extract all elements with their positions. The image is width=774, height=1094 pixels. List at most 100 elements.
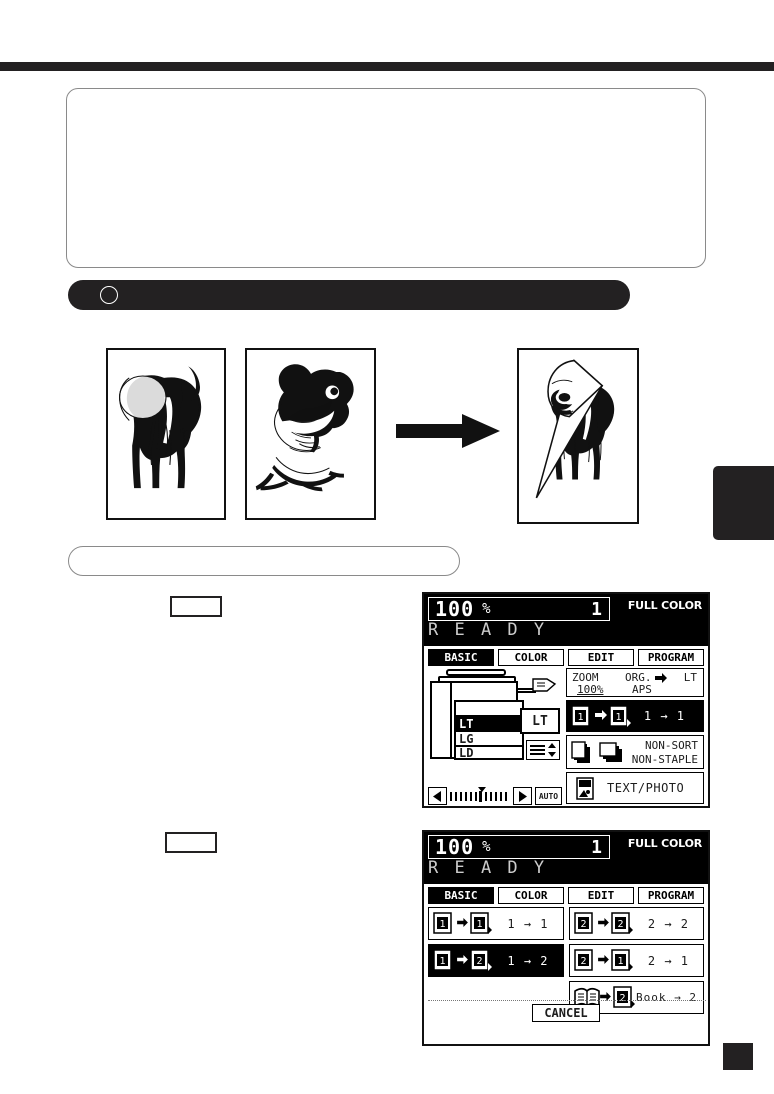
left-triangle-icon <box>433 790 441 802</box>
density-darker-button[interactable] <box>513 787 532 805</box>
panel2-divider <box>428 1000 706 1001</box>
option-2-to-2-button[interactable]: 2 2 2 → 2 <box>568 907 704 940</box>
zoom-paper-button[interactable]: ZOOM 100% ORG. APS LT <box>566 668 704 697</box>
panel1-content: LT LG LD LT AUTO ZOOM 100% ORG. APS LT 1… <box>424 666 708 806</box>
aps-label: APS <box>632 683 652 696</box>
page-header-rule <box>0 62 774 71</box>
svg-text:2: 2 <box>580 956 586 967</box>
step-1-number-box <box>170 596 222 617</box>
duplex-left-column: 1 1 1 → 1 1 2 1 → 2 <box>428 907 564 1019</box>
paper-cassette-list[interactable]: LT LG LD <box>454 700 524 760</box>
control-panel-duplex-screen[interactable]: 100 % 1 FULL COLOR R E A D Y BASIC COLOR… <box>422 830 710 1046</box>
density-current-icon <box>479 790 483 802</box>
hand-pointer-icon <box>532 678 557 692</box>
original-mode-button[interactable]: TEXT/PHOTO <box>566 772 704 804</box>
bypass-feed-button[interactable] <box>526 740 560 760</box>
svg-text:1: 1 <box>577 712 583 723</box>
tab-edit-2[interactable]: EDIT <box>568 887 634 904</box>
panel1-settings-column: ZOOM 100% ORG. APS LT 1 1 1 → 1 NON-SORT… <box>566 668 704 804</box>
arrow-right-icon <box>457 918 468 927</box>
duplex-mode-label: 1 → 1 <box>643 709 685 723</box>
cancel-button[interactable]: CANCEL <box>532 1004 600 1022</box>
finishing-line-1: NON-SORT <box>645 739 698 752</box>
process-arrow-icon <box>396 414 500 448</box>
panel2-footer: CANCEL <box>424 1004 708 1022</box>
one-to-one-source-icon: 1 <box>433 912 452 934</box>
panel2-status-text: R E A D Y <box>428 858 548 878</box>
folded-page-elephant-illustration <box>535 359 615 499</box>
zoom-value: 100% <box>577 683 604 696</box>
duplex-right-column: 2 2 2 → 2 2 1 2 → 1 2 Book → 2 <box>568 907 704 1019</box>
copier-diagram: LT LG LD LT <box>428 668 562 764</box>
svg-text:1: 1 <box>617 956 623 967</box>
tab-basic-2[interactable]: BASIC <box>428 887 494 904</box>
arrow-right-icon <box>597 955 609 964</box>
panel1-percent-symbol: % <box>482 601 491 617</box>
cassette-row-ld[interactable]: LD <box>454 745 524 760</box>
copier-divider-icon <box>450 683 452 759</box>
arrow-right-icon <box>597 918 609 927</box>
tab-color[interactable]: COLOR <box>498 649 564 666</box>
text-photo-icon <box>576 777 594 800</box>
svg-text:2: 2 <box>617 919 623 930</box>
tab-basic[interactable]: BASIC <box>428 649 494 666</box>
panel1-body: BASIC COLOR EDIT PROGRAM LT LG LD LT AUT… <box>424 646 708 806</box>
option-2-to-2-label: 2 → 2 <box>647 916 689 931</box>
svg-text:1: 1 <box>476 919 482 930</box>
intro-note-box <box>66 88 706 268</box>
chapter-side-tab <box>713 466 774 540</box>
duplex-option-grid: 1 1 1 → 1 1 2 1 → 2 2 2 2 → 2 2 1 2 → 1 … <box>424 904 708 1019</box>
tab-edit[interactable]: EDIT <box>568 649 634 666</box>
svg-text:2: 2 <box>619 993 625 1004</box>
original-document-elephant <box>106 348 226 520</box>
cassette-row-empty[interactable] <box>454 700 524 715</box>
option-1-to-2-button[interactable]: 1 2 1 → 2 <box>428 944 564 977</box>
option-1-to-1-label: 1 → 1 <box>507 916 549 931</box>
svg-text:2: 2 <box>476 956 482 967</box>
two-to-one-target-icon: 1 <box>610 949 633 971</box>
density-scale[interactable] <box>450 786 510 803</box>
panel1-ratio-row: 100 % 1 <box>428 597 610 621</box>
right-triangle-icon <box>519 790 527 802</box>
current-paper-size-indicator: LT <box>520 708 560 734</box>
option-1-to-1-button[interactable]: 1 1 1 → 1 <box>428 907 564 940</box>
one-sided-original-icon: 1 <box>571 705 590 727</box>
section-heading-bar <box>68 280 630 310</box>
density-control-row[interactable]: AUTO <box>428 786 562 806</box>
auto-density-button[interactable]: AUTO <box>535 787 562 805</box>
procedure-heading-pill <box>68 546 460 576</box>
tab-program-2[interactable]: PROGRAM <box>638 887 704 904</box>
option-2-to-1-button[interactable]: 2 1 2 → 1 <box>568 944 704 977</box>
original-mode-label: TEXT/PHOTO <box>607 781 685 795</box>
step-2-number-box <box>165 832 217 853</box>
svg-text:2: 2 <box>580 919 586 930</box>
panel1-tab-row: BASIC COLOR EDIT PROGRAM <box>424 646 708 666</box>
panel2-ratio-row: 100 % 1 <box>428 835 610 859</box>
cassette-row-lg[interactable]: LG <box>454 730 524 746</box>
panel1-zoom-percent: 100 <box>435 597 475 621</box>
two-to-two-target-icon: 2 <box>610 912 633 934</box>
panel2-body: BASIC COLOR EDIT PROGRAM 1 1 1 → 1 1 2 1… <box>424 884 708 1044</box>
right-arrow-icon <box>655 673 667 683</box>
non-sort-stack-icon <box>571 741 590 763</box>
option-1-to-2-label: 1 → 2 <box>507 953 549 968</box>
panel2-percent-symbol: % <box>482 839 491 855</box>
circle-bullet-icon <box>100 286 118 304</box>
panel2-color-mode-label: FULL COLOR <box>627 837 702 850</box>
svg-text:1: 1 <box>615 712 621 723</box>
control-panel-basic-screen[interactable]: 100 % 1 FULL COLOR R E A D Y BASIC COLOR… <box>422 592 710 808</box>
finishing-mode-button[interactable]: NON-SORT NON-STAPLE <box>566 735 704 769</box>
panel1-copy-count: 1 <box>591 598 602 620</box>
panel2-copy-count: 1 <box>591 836 602 858</box>
target-paper-label: LT <box>683 671 697 684</box>
cassette-row-lt[interactable]: LT <box>454 715 524 731</box>
duplex-mode-button[interactable]: 1 1 1 → 1 <box>566 700 704 732</box>
density-lighter-button[interactable] <box>428 787 447 805</box>
tab-color-2[interactable]: COLOR <box>498 887 564 904</box>
copier-lid-icon <box>446 669 506 676</box>
panel2-tab-row: BASIC COLOR EDIT PROGRAM <box>424 884 708 904</box>
two-to-one-source-icon: 2 <box>573 949 593 971</box>
tab-program[interactable]: PROGRAM <box>638 649 704 666</box>
paper-source-area: LT LG LD LT AUTO <box>428 668 562 806</box>
option-2-to-1-label: 2 → 1 <box>647 953 689 968</box>
